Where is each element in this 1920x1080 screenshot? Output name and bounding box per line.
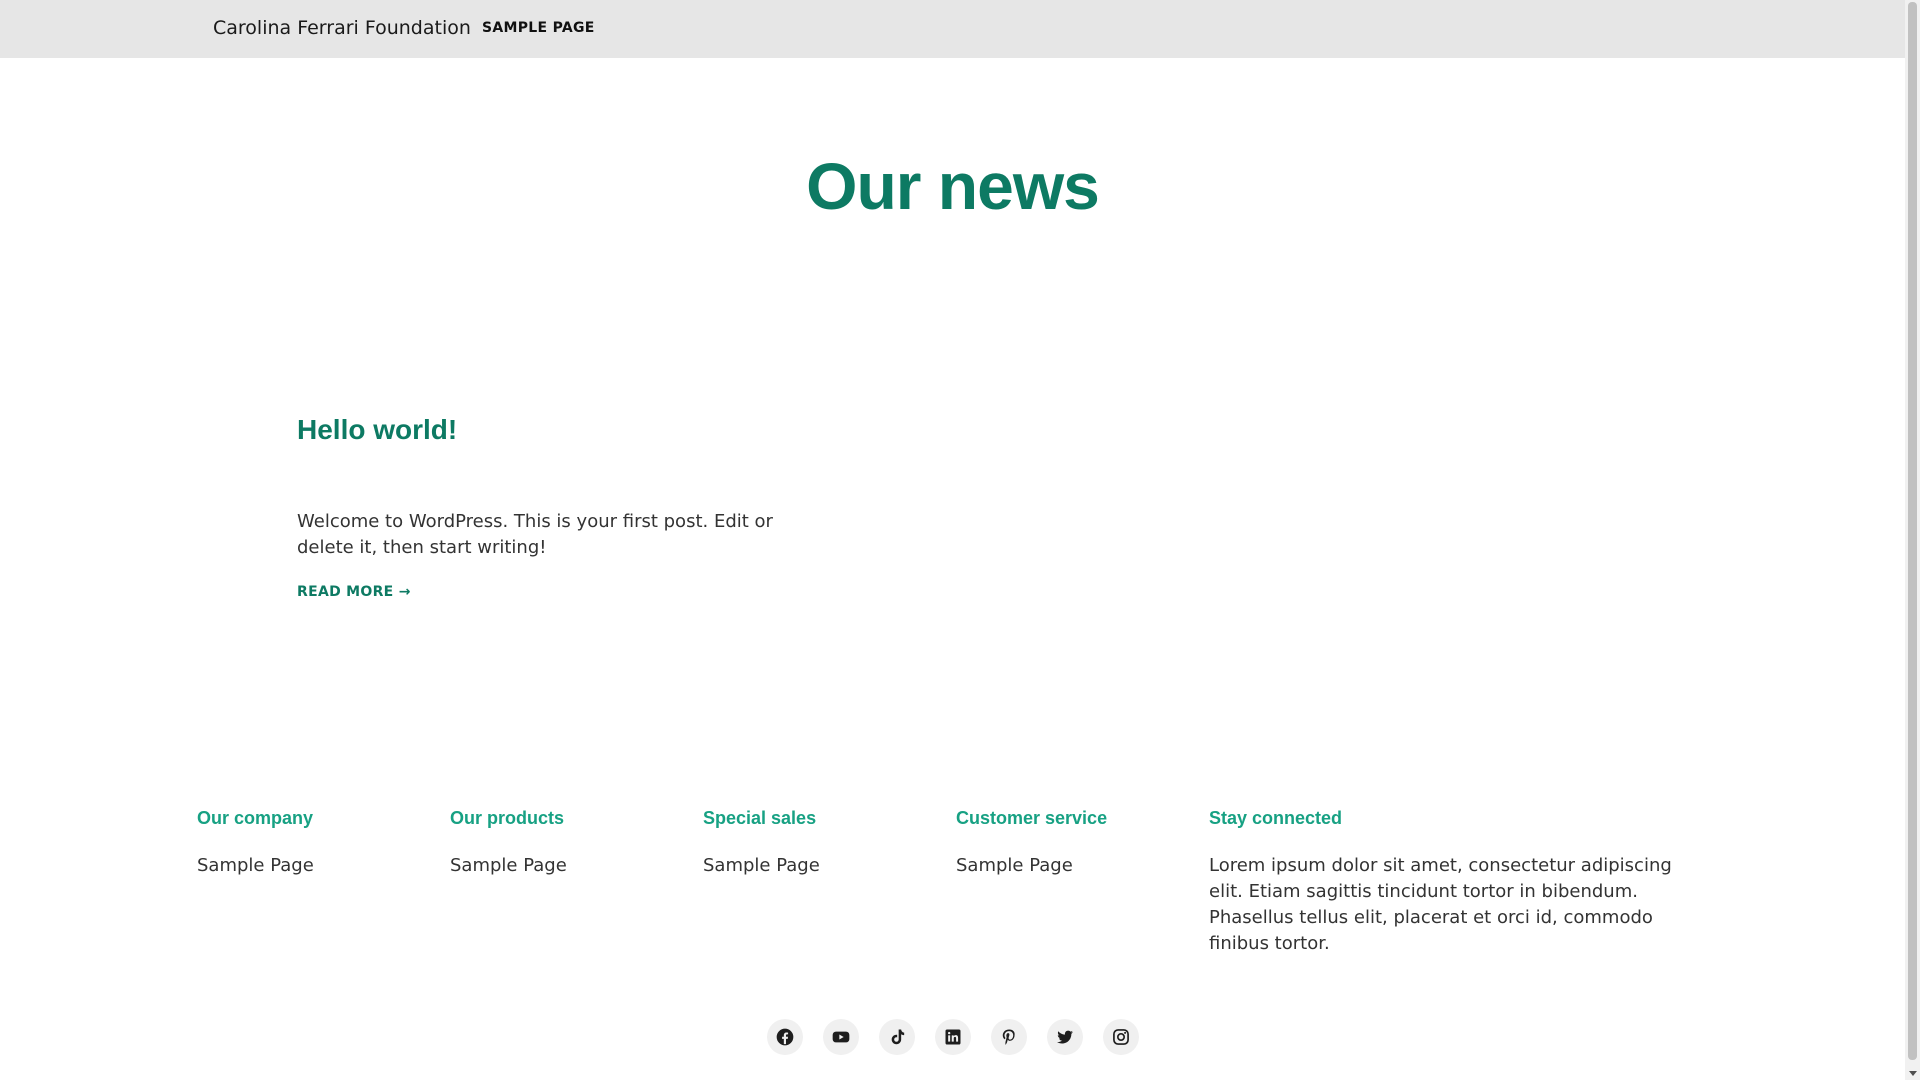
pinterest-link[interactable]: [991, 1019, 1027, 1055]
footer-column-title: Special sales: [703, 808, 817, 828]
twitter-link[interactable]: [1047, 1019, 1083, 1055]
vertical-scrollbar[interactable]: [1905, 0, 1920, 1080]
instagram-link[interactable]: [1103, 1019, 1139, 1055]
pinterest-icon: [1002, 1029, 1015, 1045]
nav-link-sample-page[interactable]: SAMPLE PAGE: [482, 20, 595, 36]
youtube-link[interactable]: [823, 1019, 859, 1055]
tiktok-icon: [891, 1029, 905, 1045]
stay-connected-text: Lorem ipsum dolor sit amet, consectetur …: [1209, 855, 1672, 954]
footer-column-our-products: Our products Sample Page: [450, 806, 567, 879]
tiktok-link[interactable]: [879, 1019, 915, 1055]
read-more-link[interactable]: READ MORE →: [297, 584, 411, 600]
footer-link-sample-page[interactable]: Sample Page: [197, 853, 314, 879]
footer-column-customer-service: Customer service Sample Page: [956, 806, 1107, 879]
footer-column-our-company: Our company Sample Page: [197, 806, 314, 879]
footer-column-title: Our products: [450, 808, 565, 828]
facebook-icon: [776, 1028, 794, 1046]
site-title-link[interactable]: Carolina Ferrari Foundation: [213, 17, 471, 39]
scrollbar-thumb[interactable]: [1908, 2, 1917, 1060]
site-header: Carolina Ferrari Foundation SAMPLE PAGE: [0, 0, 1905, 58]
footer-column-title: Stay connected: [1209, 808, 1343, 828]
facebook-link[interactable]: [767, 1019, 803, 1055]
footer-column-title: Our company: [197, 808, 314, 828]
post-title-link[interactable]: Hello world!: [297, 414, 457, 446]
page-heading: Our news: [806, 149, 1100, 223]
footer-column-special-sales: Special sales Sample Page: [703, 806, 820, 879]
linkedin-link[interactable]: [935, 1019, 971, 1055]
page: Carolina Ferrari Foundation SAMPLE PAGE …: [0, 0, 1905, 1080]
footer-column-stay-connected: Stay connected Lorem ipsum dolor sit ame…: [1209, 806, 1709, 957]
footer-link-sample-page[interactable]: Sample Page: [703, 853, 820, 879]
scroll-down-arrow-icon[interactable]: [1909, 1071, 1917, 1076]
social-links: [767, 1019, 1139, 1055]
twitter-icon: [1057, 1030, 1073, 1044]
footer-link-sample-page[interactable]: Sample Page: [956, 853, 1107, 879]
youtube-icon: [832, 1031, 850, 1043]
linkedin-icon: [945, 1029, 961, 1045]
post-excerpt: Welcome to WordPress. This is your first…: [297, 511, 773, 558]
footer-link-sample-page[interactable]: Sample Page: [450, 853, 567, 879]
instagram-icon: [1113, 1029, 1129, 1045]
footer-column-title: Customer service: [956, 808, 1108, 828]
